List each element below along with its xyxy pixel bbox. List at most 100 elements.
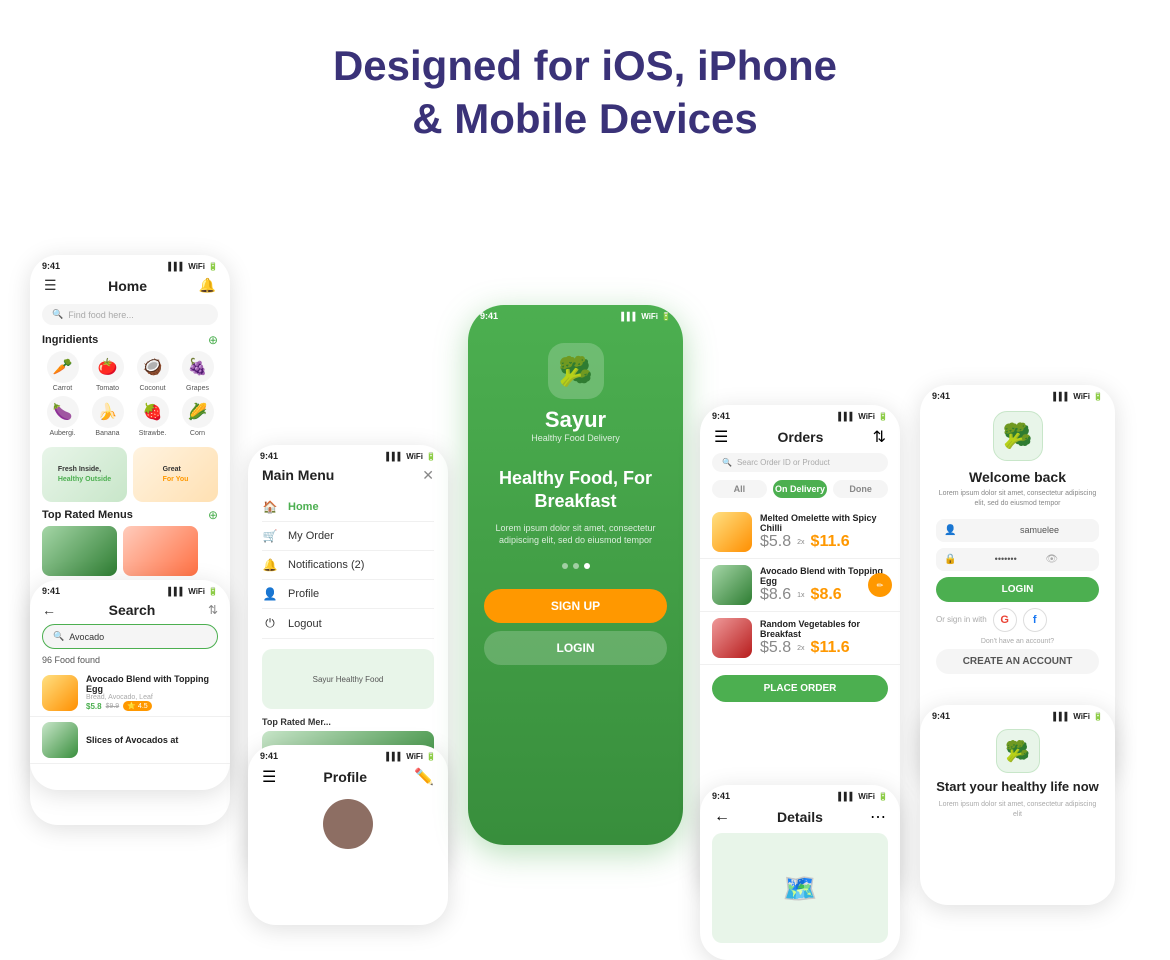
tab-on-delivery[interactable]: On Delivery (773, 480, 828, 498)
menu-item-home[interactable]: 🏠 Home (262, 493, 434, 522)
header: Designed for iOS, iPhone & Mobile Device… (0, 0, 1170, 175)
status-bar-orders: 9:41 ▌▌▌WiFi🔋 (700, 405, 900, 423)
menu-header: Main Menu ✕ (248, 463, 448, 493)
create-account-button[interactable]: CREATE AN ACCOUNT (936, 649, 1099, 674)
phone-search: 9:41 ▌▌▌WiFi🔋 ← Search ⇅ 🔍 Avocado 96 Fo… (30, 580, 230, 790)
home-nav: ☰ Home 🔔 (30, 273, 230, 300)
found-count: 96 Food found (30, 655, 230, 669)
google-button[interactable]: G (993, 608, 1017, 632)
facebook-button[interactable]: f (1023, 608, 1047, 632)
place-order-button[interactable]: PLACE ORDER (712, 675, 888, 702)
ingredients-grid: 🥕 Carrot 🍅 Tomato 🥥 Coconut 🍇 Grapes 🍆 A… (30, 351, 230, 443)
more-details-icon[interactable]: ⋯ (870, 807, 886, 827)
search-nav: ← Search ⇅ (30, 598, 230, 624)
logout-icon: ⏻ (262, 616, 278, 631)
phone-healthy: 9:41 ▌▌▌WiFi🔋 🥦 Start your healthy life … (920, 705, 1115, 905)
search-input-bar[interactable]: 🔍 Avocado (42, 624, 218, 649)
ingredient-strawberry[interactable]: 🍓 Strawbe. (132, 396, 173, 437)
carousel-dots (562, 563, 590, 569)
home-icon: 🏠 (262, 500, 278, 514)
orders-filter-icon[interactable]: ⇅ (873, 427, 886, 447)
order-item-3[interactable]: Random Vegetables for Breakfast $5.8 2x … (700, 612, 900, 665)
ingredient-tomato[interactable]: 🍅 Tomato (87, 351, 128, 392)
menu-item-profile[interactable]: 👤 Profile (262, 580, 434, 609)
ingredients-header: Ingridients ⊕ (30, 333, 230, 351)
lock-icon: 🔒 (944, 554, 990, 565)
order-img-2 (712, 565, 752, 605)
login-submit-button[interactable]: LOGIN (936, 577, 1099, 602)
rated-img-2 (123, 526, 198, 576)
password-input[interactable]: 🔒 ••••••• 👁 (936, 548, 1099, 571)
username-input[interactable]: 👤 samuelee (936, 519, 1099, 542)
order-item-2[interactable]: Avocado Blend with Topping Egg $8.6 1x $… (700, 559, 900, 612)
order-item-1[interactable]: Melted Omelette with Spicy Chilli $5.8 2… (700, 506, 900, 559)
menu-item-logout[interactable]: ⏻ Logout (262, 609, 434, 639)
phone-details: 9:41 ▌▌▌WiFi🔋 ← Details ⋯ 🗺️ (700, 785, 900, 960)
signup-button[interactable]: SIGN UP (484, 589, 667, 623)
found-item-1[interactable]: Avocado Blend with Topping Egg Bread, Av… (30, 669, 230, 717)
healthy-logo: 🥦 (996, 729, 1040, 773)
dot-2 (573, 563, 579, 569)
rated-img-1 (42, 526, 117, 576)
edit-profile-icon[interactable]: ✏️ (414, 767, 434, 787)
edit-order-icon[interactable]: ✏ (868, 573, 892, 597)
filter-icon[interactable]: ⇅ (208, 603, 218, 617)
menu-item-notifications[interactable]: 🔔 Notifications (2) (262, 551, 434, 580)
cart-icon: 🛒 (262, 529, 278, 543)
phone-main: 9:41 ▌▌▌WiFi🔋 🥦 Sayur Healthy Food Deliv… (468, 305, 683, 845)
ingredient-grapes[interactable]: 🍇 Grapes (177, 351, 218, 392)
profile-header: ☰ Profile ✏️ (248, 763, 448, 793)
top-rated-cards (30, 526, 230, 576)
dot-1 (562, 563, 568, 569)
details-header: ← Details ⋯ (700, 803, 900, 833)
tab-done[interactable]: Done (833, 480, 888, 498)
hamburger-profile-icon[interactable]: ☰ (262, 767, 276, 787)
search-icon-orders: 🔍 (722, 458, 732, 467)
banner-row: Fresh Inside,Healthy Outside GreatFor Yo… (30, 443, 230, 508)
login-button[interactable]: LOGIN (484, 631, 667, 665)
bell-icon[interactable]: 🔔 (199, 277, 216, 294)
menu-thumbnail: Sayur Healthy Food (262, 649, 434, 709)
dot-3-active (584, 563, 590, 569)
orders-hamburger-icon[interactable]: ☰ (714, 427, 728, 447)
phone-profile: 9:41 ▌▌▌WiFi🔋 ☰ Profile ✏️ (248, 745, 448, 925)
or-sign-in: Or sign in with G f (936, 608, 1099, 632)
orders-header: ☰ Orders ⇅ (700, 423, 900, 453)
ingredient-aubergine[interactable]: 🍆 Aubergi. (42, 396, 83, 437)
banner-great[interactable]: GreatFor You (133, 447, 218, 502)
notification-icon: 🔔 (262, 558, 278, 572)
order-img-3 (712, 618, 752, 658)
login-content: 🥦 Welcome back Lorem ipsum dolor sit ame… (920, 403, 1115, 674)
top-rated-arrow[interactable]: ⊕ (208, 508, 218, 522)
search-icon: 🔍 (52, 309, 63, 320)
banner-fresh[interactable]: Fresh Inside,Healthy Outside (42, 447, 127, 502)
orders-search[interactable]: 🔍 Searc Order ID or Product (712, 453, 888, 472)
order-img-1 (712, 512, 752, 552)
eye-icon[interactable]: 👁 (1045, 554, 1091, 565)
status-bar-details: 9:41 ▌▌▌WiFi🔋 (700, 785, 900, 803)
ingredient-corn[interactable]: 🌽 Corn (177, 396, 218, 437)
ingredient-carrot[interactable]: 🥕 Carrot (42, 351, 83, 392)
healthy-content: 🥦 Start your healthy life now Lorem ipsu… (920, 723, 1115, 819)
status-bar-healthy: 9:41 ▌▌▌WiFi🔋 (920, 705, 1115, 723)
back-icon[interactable]: ← (42, 602, 56, 618)
found-item-2[interactable]: Slices of Avocados at (30, 717, 230, 764)
home-search[interactable]: 🔍 Find food here... (42, 304, 218, 325)
tab-all[interactable]: All (712, 480, 767, 498)
rating-badge: ⭐ 4.5 (123, 701, 151, 711)
top-rated-mini-label: Top Rated Mer... (248, 713, 448, 727)
found-img-1 (42, 675, 78, 711)
status-bar-home: 9:41 ▌▌▌ WiFi 🔋 (30, 255, 230, 273)
ingredient-banana[interactable]: 🍌 Banana (87, 396, 128, 437)
profile-icon: 👤 (262, 587, 278, 601)
hamburger-icon[interactable]: ☰ (44, 277, 57, 294)
status-bar-search: 9:41 ▌▌▌WiFi🔋 (30, 580, 230, 598)
phones-showcase: 9:41 ▌▌▌ WiFi 🔋 ☰ Home 🔔 🔍 Find food her… (0, 175, 1170, 815)
ingredient-coconut[interactable]: 🥥 Coconut (132, 351, 173, 392)
close-icon[interactable]: ✕ (422, 467, 434, 484)
found-img-2 (42, 722, 78, 758)
status-bar-menu: 9:41 ▌▌▌WiFi🔋 (248, 445, 448, 463)
menu-item-myorder[interactable]: 🛒 My Order (262, 522, 434, 551)
ingredients-arrow[interactable]: ⊕ (208, 333, 218, 347)
back-details-icon[interactable]: ← (714, 808, 730, 826)
